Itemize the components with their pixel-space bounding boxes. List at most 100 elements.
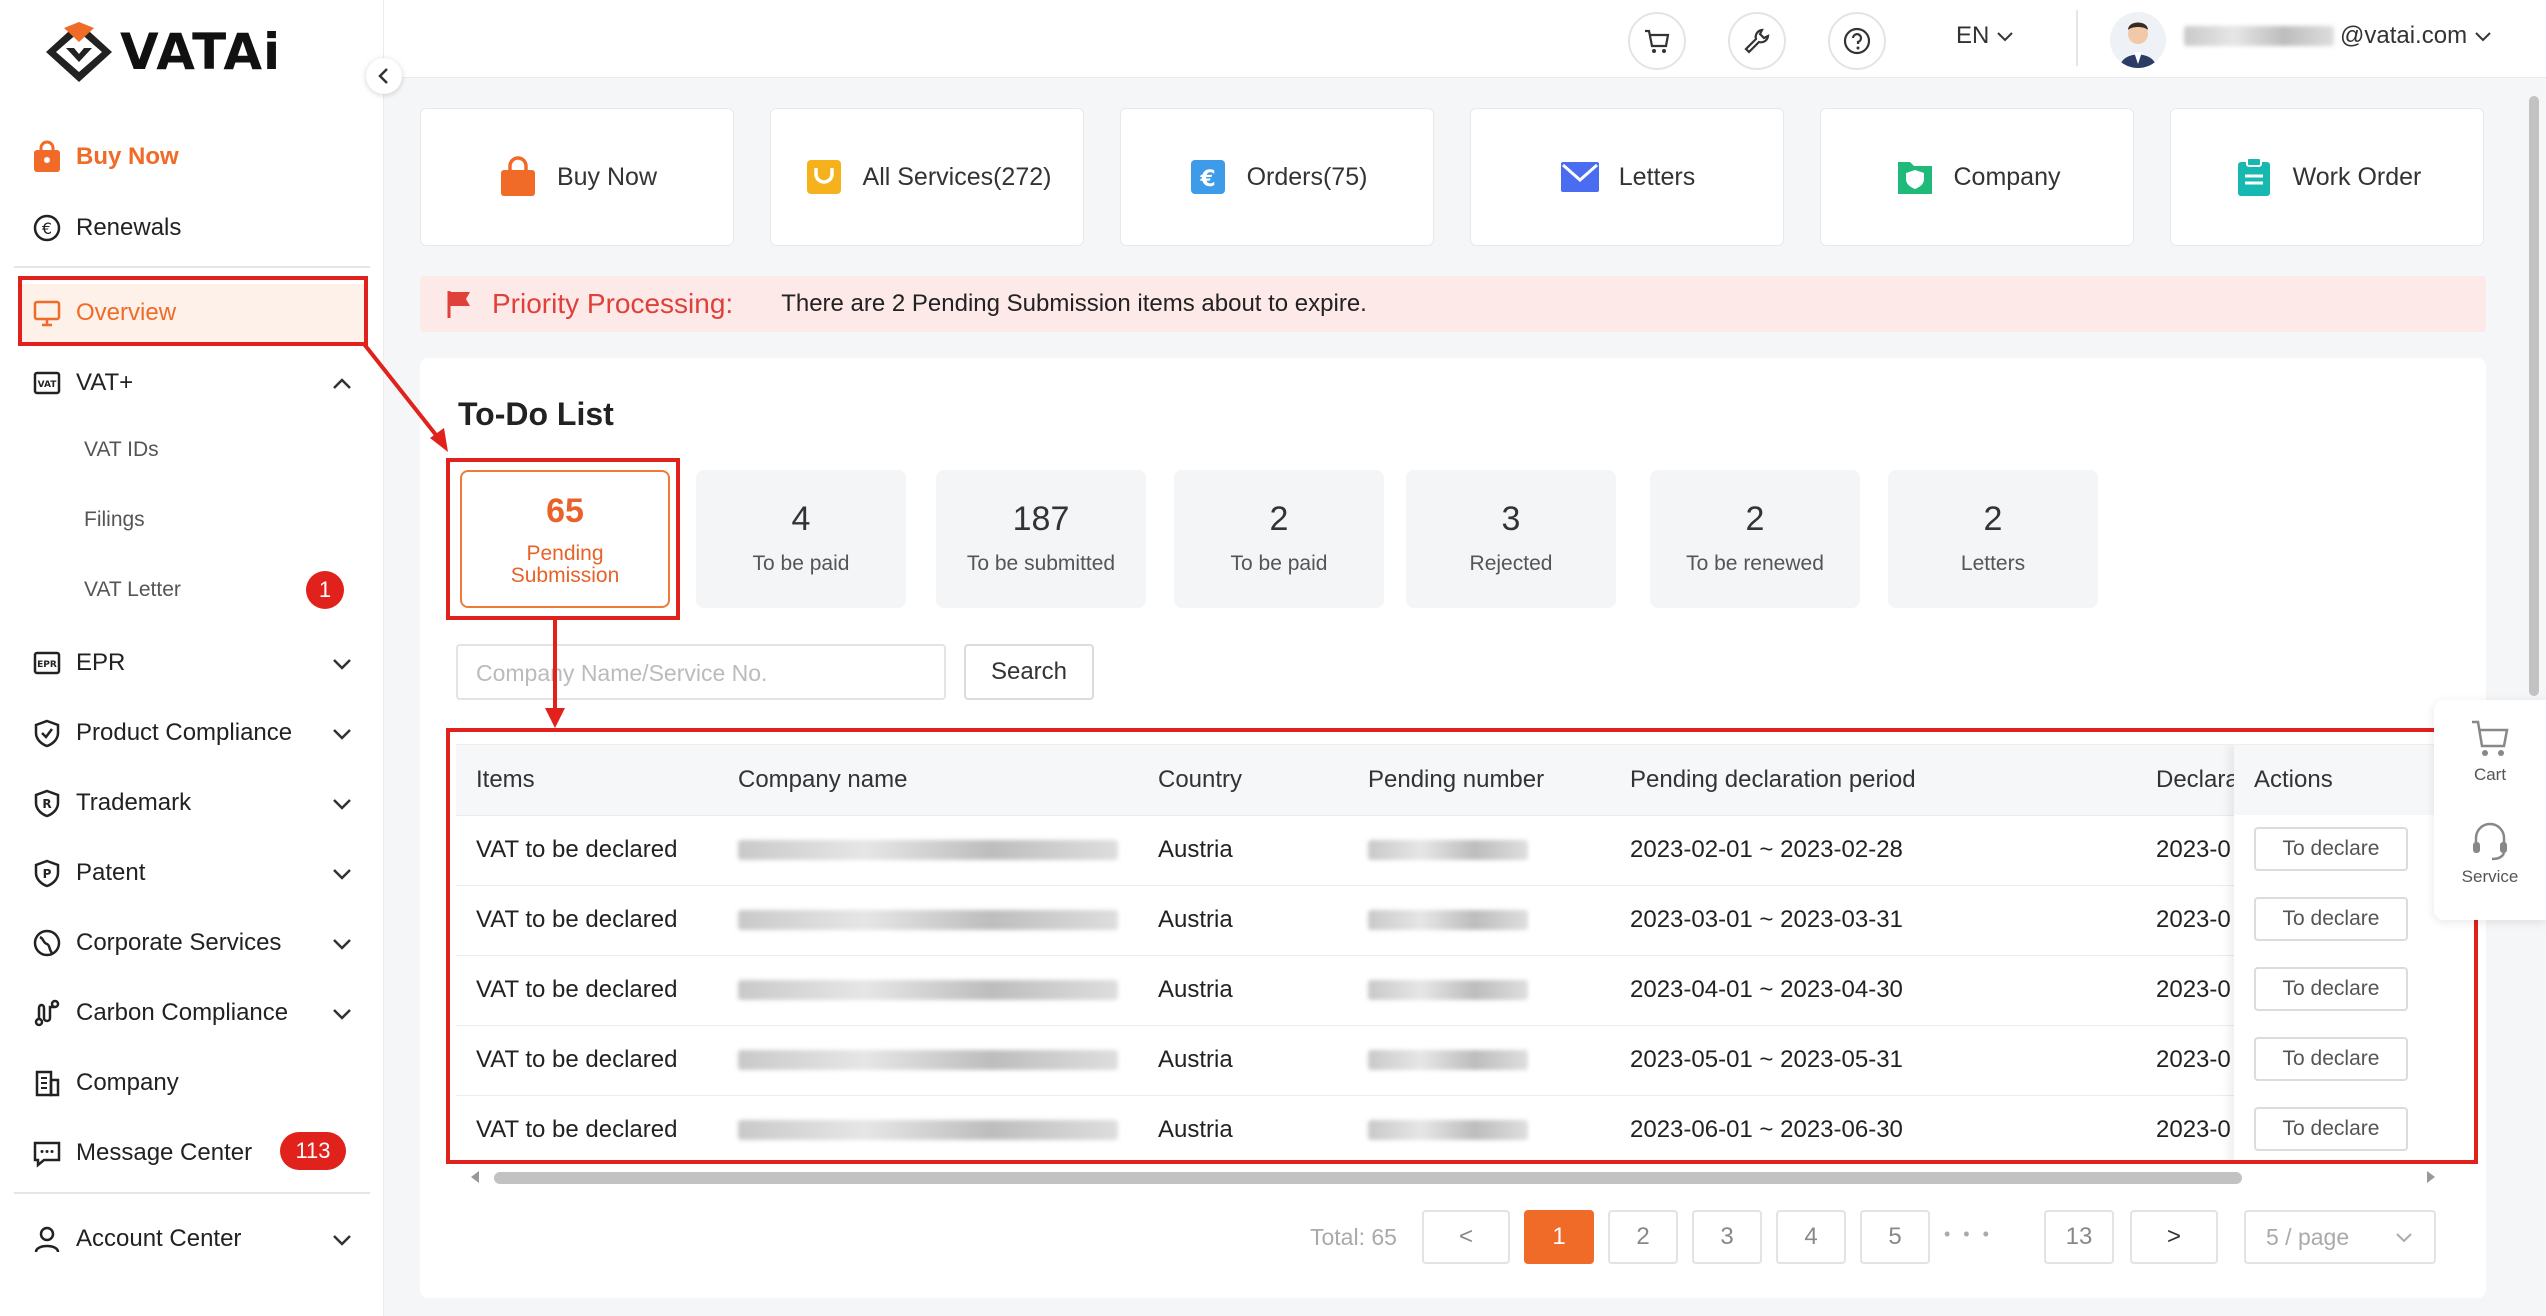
globe-icon [30, 926, 64, 960]
user-menu[interactable]: @vatai.com [2184, 22, 2493, 50]
sidebar-item-patent[interactable]: P Patent [18, 844, 368, 902]
quick-card-all-services[interactable]: All Services(272) [770, 108, 1084, 246]
sidebar-item-epr[interactable]: EPR EPR [18, 634, 368, 692]
page-size-select[interactable]: 5 / page [2244, 1210, 2436, 1264]
chevron-down-icon [333, 659, 351, 670]
stat-label: To be submitted [966, 552, 1116, 575]
pagination-page-1[interactable]: 1 [1524, 1210, 1594, 1264]
pagination-page-13[interactable]: 13 [2044, 1210, 2114, 1264]
quick-card-company[interactable]: Company [1820, 108, 2134, 246]
quick-card-buy-now[interactable]: Buy Now [420, 108, 734, 246]
sidebar-item-buy-now[interactable]: Buy Now [18, 128, 368, 186]
stat-label: To be renewed [1686, 552, 1824, 575]
overview-highlight-box [18, 276, 368, 346]
page-size-label: 5 / page [2266, 1223, 2350, 1250]
stat-label: To be paid [1230, 552, 1328, 575]
building-icon [30, 1066, 64, 1100]
epr-icon: EPR [30, 646, 64, 680]
stat-card-letters[interactable]: 2 Letters [1888, 470, 2098, 608]
pagination-page-3[interactable]: 3 [1692, 1210, 1762, 1264]
sidebar-subitem-filings[interactable]: Filings [84, 508, 145, 532]
sidebar-item-label: Trademark [76, 789, 192, 816]
sidebar-item-account-center[interactable]: Account Center [18, 1210, 368, 1268]
float-cart-button[interactable]: Cart [2434, 716, 2546, 785]
wrench-icon [1744, 28, 1770, 54]
quick-card-label: All Services(272) [862, 162, 1052, 191]
sidebar-item-corporate-services[interactable]: Corporate Services [18, 914, 368, 972]
sidebar-item-renewals[interactable]: € Renewals [18, 199, 368, 257]
quick-card-label: Orders(75) [1246, 162, 1368, 191]
scrollbar-thumb[interactable] [2529, 96, 2539, 696]
avatar[interactable] [2110, 12, 2166, 68]
header-divider [2076, 10, 2078, 66]
sidebar-item-vat[interactable]: VAT VAT+ [18, 354, 368, 412]
svg-text:VAT: VAT [38, 380, 58, 390]
chevron-down-icon [1997, 32, 2014, 42]
blurred-username [2184, 26, 2334, 46]
shopping-bag-icon [30, 140, 64, 174]
stat-card-rejected[interactable]: 3 Rejected [1406, 470, 1616, 608]
quick-card-work-order[interactable]: Work Order [2170, 108, 2484, 246]
sidebar-subitem-vat-letter[interactable]: VAT Letter [84, 578, 181, 602]
floating-panel: Cart Service [2434, 700, 2546, 920]
vatai-logo-icon [46, 22, 112, 82]
header: EN @vatai.com [384, 0, 2546, 78]
sidebar-item-trademark[interactable]: R Trademark [18, 774, 368, 832]
tools-button[interactable] [1728, 12, 1786, 70]
arrow-overview-to-stat-icon [362, 342, 448, 452]
company-shield-icon [1897, 162, 1932, 194]
message-icon [30, 1136, 64, 1170]
language-selector[interactable]: EN [1956, 22, 2015, 50]
priority-banner: Priority Processing: There are 2 Pending… [420, 276, 2486, 332]
pending-submission-highlight-box [446, 458, 680, 620]
stat-label: Letters [1960, 552, 2026, 575]
help-button[interactable] [1828, 12, 1886, 70]
vat-letter-badge: 1 [306, 571, 344, 609]
sidebar-item-label: Company [76, 1069, 179, 1096]
pagination-prev-button[interactable]: < [1422, 1210, 1510, 1264]
scroll-right-icon [2427, 1171, 2435, 1183]
quick-card-label: Buy Now [556, 162, 658, 191]
search-input[interactable]: Company Name/Service No. [456, 644, 946, 700]
headset-icon [2473, 822, 2507, 861]
logo[interactable]: VATAi [44, 20, 281, 84]
sidebar-subitem-vat-ids[interactable]: VAT IDs [84, 438, 159, 462]
cart-icon [1645, 29, 1670, 53]
sidebar-item-label: EPR [76, 649, 126, 676]
sidebar-item-product-compliance[interactable]: Product Compliance [18, 704, 368, 762]
sidebar-item-label: Carbon Compliance [76, 999, 289, 1026]
quick-card-letters[interactable]: Letters [1470, 108, 1784, 246]
chevron-down-icon [333, 939, 351, 950]
pagination-next-button[interactable]: > [2130, 1210, 2218, 1264]
cart-button[interactable] [1628, 12, 1686, 70]
float-service-button[interactable]: Service [2434, 818, 2546, 887]
sidebar-item-company[interactable]: Company [18, 1054, 368, 1112]
chevron-up-icon [333, 378, 351, 389]
brand-name: VATAi [120, 23, 282, 81]
chevron-left-icon [378, 68, 388, 84]
trademark-icon: R [30, 786, 64, 820]
sidebar-item-label: Account Center [76, 1225, 242, 1252]
vertical-scrollbar[interactable] [2526, 90, 2540, 710]
stat-card-to-be-paid[interactable]: 4 To be paid [696, 470, 906, 608]
quick-card-orders[interactable]: € Orders(75) [1120, 108, 1434, 246]
user-icon [30, 1222, 64, 1256]
pagination-ellipsis[interactable]: • • • [1944, 1224, 1993, 1245]
pagination-page-5[interactable]: 5 [1860, 1210, 1930, 1264]
scrollbar-thumb[interactable] [494, 1172, 2242, 1184]
sidebar-item-label: Renewals [76, 214, 182, 241]
shopping-bag-icon [500, 156, 535, 196]
sidebar-item-carbon-compliance[interactable]: Carbon Compliance [18, 984, 368, 1042]
stat-card-to-be-paid-2[interactable]: 2 To be paid [1174, 470, 1384, 608]
horizontal-scrollbar[interactable] [468, 1168, 2438, 1186]
collapse-sidebar-button[interactable] [366, 58, 402, 94]
pagination-total: Total: 65 [1310, 1224, 1397, 1250]
shield-check-icon [30, 716, 64, 750]
pagination-page-2[interactable]: 2 [1608, 1210, 1678, 1264]
stat-card-to-be-submitted[interactable]: 187 To be submitted [936, 470, 1146, 608]
quick-card-label: Company [1953, 162, 2061, 191]
pagination-page-4[interactable]: 4 [1776, 1210, 1846, 1264]
search-button[interactable]: Search [964, 644, 1094, 700]
sidebar-divider [14, 1192, 370, 1194]
stat-card-to-be-renewed[interactable]: 2 To be renewed [1650, 470, 1860, 608]
